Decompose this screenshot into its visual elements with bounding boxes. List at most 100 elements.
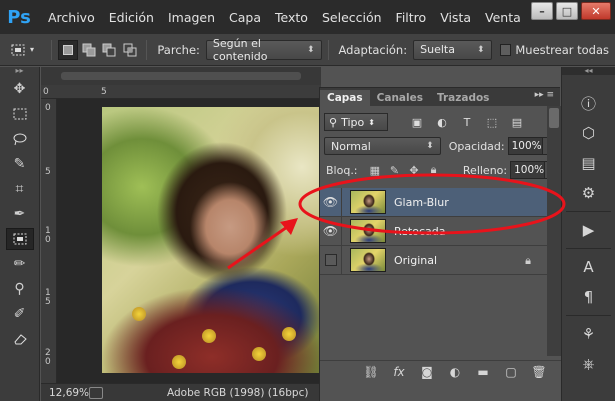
visibility-toggle[interactable] [320, 245, 342, 275]
new-group-icon[interactable]: ▬ [475, 365, 491, 379]
layer-name[interactable]: Original [394, 254, 437, 267]
document-info-icon[interactable] [89, 386, 103, 399]
actions-play-icon[interactable]: ▶ [575, 218, 603, 242]
layer-style-icon[interactable]: fx [391, 365, 407, 379]
lock-pixels-icon[interactable]: ✎ [389, 163, 400, 177]
ruler-vertical[interactable]: 0 5 1 0 1 5 2 0 [41, 99, 57, 383]
ruler-tick-label: 1 0 [45, 226, 51, 245]
layer-filter-row: ⚲ Tipo ⬍ ▣ ◐ T ⬚ ▤ [320, 110, 560, 134]
layer-name[interactable]: Glam-Blur [394, 196, 449, 209]
minimize-button[interactable]: – [531, 2, 553, 20]
3d-panel-icon[interactable]: ⬡ [575, 121, 603, 145]
character-panel-icon[interactable]: A [575, 255, 603, 279]
properties-panel-icon[interactable]: ⚙ [575, 181, 603, 205]
tab-canales[interactable]: Canales [370, 90, 430, 106]
trash-icon[interactable]: 🗑︎ [531, 365, 547, 379]
lock-row: Bloq.: ▦ ✎ ✥ 🔒︎ Relleno: 100% ▾ [320, 158, 560, 182]
panel-grip[interactable]: ◂◂ [562, 67, 615, 75]
menu-texto[interactable]: Texto [275, 10, 308, 25]
history-panel-icon[interactable]: ▤ [575, 151, 603, 175]
tab-capas[interactable]: Capas [320, 90, 370, 106]
menu-ventana[interactable]: Venta [485, 10, 521, 25]
tool-preset-picker[interactable]: ▾ [10, 39, 45, 61]
panel-menu-icon[interactable]: ▸▸ ≡ [535, 90, 554, 100]
eyedropper-tool[interactable]: ✒ [6, 203, 34, 225]
add-mask-icon[interactable]: ◙ [419, 365, 435, 379]
stamp-tool[interactable]: ⚲ [6, 278, 34, 300]
patch-icon [13, 233, 26, 245]
intersect-selection-mode-button[interactable] [120, 40, 140, 60]
tab-trazados[interactable]: Trazados [430, 90, 496, 106]
layer-row-retocada[interactable]: 👁︎ Retocada [320, 216, 547, 246]
panel-grip[interactable]: ▸▸ [0, 67, 39, 75]
blend-mode-select[interactable]: Normal ⬍ [324, 137, 441, 155]
adaptacion-select[interactable]: Suelta ⬍ [413, 39, 492, 60]
document-area: 0 5 0 5 1 0 1 5 2 0 12,69% Adobe RGB (19… [41, 67, 321, 401]
visibility-toggle[interactable]: 👁︎ [320, 187, 342, 217]
opacity-input[interactable]: 100% [507, 137, 543, 155]
ruler-horizontal[interactable]: 0 5 [41, 85, 321, 99]
document-tab[interactable] [61, 72, 301, 80]
lock-position-icon[interactable]: ✥ [409, 163, 420, 177]
history-brush-tool[interactable]: ✐ [6, 303, 34, 325]
scrollbar-thumb[interactable] [549, 108, 559, 128]
layer-row-original[interactable]: Original 🔒︎ [320, 245, 547, 275]
muestrear-todas-checkbox[interactable] [499, 43, 512, 56]
divider [566, 248, 611, 249]
layer-filter-select[interactable]: ⚲ Tipo ⬍ [324, 113, 388, 131]
divider [566, 211, 611, 212]
smart-object-filter-icon[interactable]: ▤ [510, 115, 524, 129]
layers-scrollbar[interactable] [547, 106, 561, 356]
shape-filter-icon[interactable]: ⬚ [485, 115, 499, 129]
ruler-tick-label: 5 [101, 87, 107, 97]
menu-vista[interactable]: Vista [440, 10, 471, 25]
lasso-tool[interactable] [6, 128, 34, 150]
brush-tool[interactable]: ✏ [6, 253, 34, 275]
quick-selection-tool[interactable]: ✎ [6, 153, 34, 175]
type-filter-icon[interactable]: T [460, 115, 474, 129]
layer-row-glam-blur[interactable]: 👁︎ Glam-Blur [320, 187, 547, 217]
new-selection-mode-button[interactable] [58, 39, 78, 60]
menu-edicion[interactable]: Edición [109, 10, 154, 25]
menu-filtro[interactable]: Filtro [396, 10, 427, 25]
move-icon: ✥ [13, 81, 26, 97]
maximize-button[interactable]: □ [556, 2, 578, 20]
menu-seleccion[interactable]: Selección [322, 10, 382, 25]
close-button[interactable]: ✕ [581, 2, 611, 20]
paragraph-panel-icon[interactable]: ¶ [575, 285, 603, 309]
eraser-tool[interactable] [6, 328, 34, 350]
menu-capa[interactable]: Capa [229, 10, 261, 25]
link-layers-icon[interactable]: ⛓︎ [363, 365, 379, 379]
opacity-label: Opacidad: [448, 139, 505, 153]
patch-tool[interactable] [5, 228, 34, 250]
menu-archivo[interactable]: Archivo [48, 10, 95, 25]
adaptacion-label: Adaptación: [338, 42, 408, 57]
history-brush-icon: ✐ [13, 306, 26, 322]
lock-transparency-icon[interactable]: ▦ [370, 163, 381, 177]
crop-icon: ⌗ [15, 181, 24, 197]
crop-tool[interactable]: ⌗ [6, 178, 34, 200]
subtract-selection-mode-button[interactable] [99, 40, 119, 60]
layer-name[interactable]: Retocada [394, 225, 445, 238]
layer-filter-value: Tipo [341, 115, 365, 129]
parche-select[interactable]: Según el contenido ⬍ [205, 37, 322, 63]
move-tool[interactable]: ✥ [6, 78, 34, 100]
fill-input[interactable]: 100% [510, 161, 546, 179]
visibility-toggle[interactable]: 👁︎ [320, 216, 342, 246]
divider [146, 39, 148, 60]
right-dock: ◂◂ ⓘ ⬡ ▤ ⚙ ▶ A ¶ ⚘ ⎈ [561, 67, 615, 401]
pixel-filter-icon[interactable]: ▣ [410, 115, 424, 129]
menu-imagen[interactable]: Imagen [168, 10, 215, 25]
adjustment-layer-icon[interactable]: ◐ [447, 365, 463, 379]
zoom-level[interactable]: 12,69% [41, 387, 89, 399]
add-selection-mode-button[interactable] [79, 40, 99, 60]
brush-panel-icon[interactable]: ⚘ [575, 322, 603, 346]
clone-source-icon[interactable]: ⎈ [575, 352, 603, 376]
adjustment-filter-icon[interactable]: ◐ [435, 115, 449, 129]
photo-flower [252, 347, 266, 361]
info-panel-icon[interactable]: ⓘ [575, 91, 603, 115]
new-layer-icon[interactable]: ▢ [503, 365, 519, 379]
marquee-tool[interactable] [6, 103, 34, 125]
lock-all-icon[interactable]: 🔒︎ [428, 163, 439, 177]
image-canvas[interactable] [102, 107, 321, 373]
